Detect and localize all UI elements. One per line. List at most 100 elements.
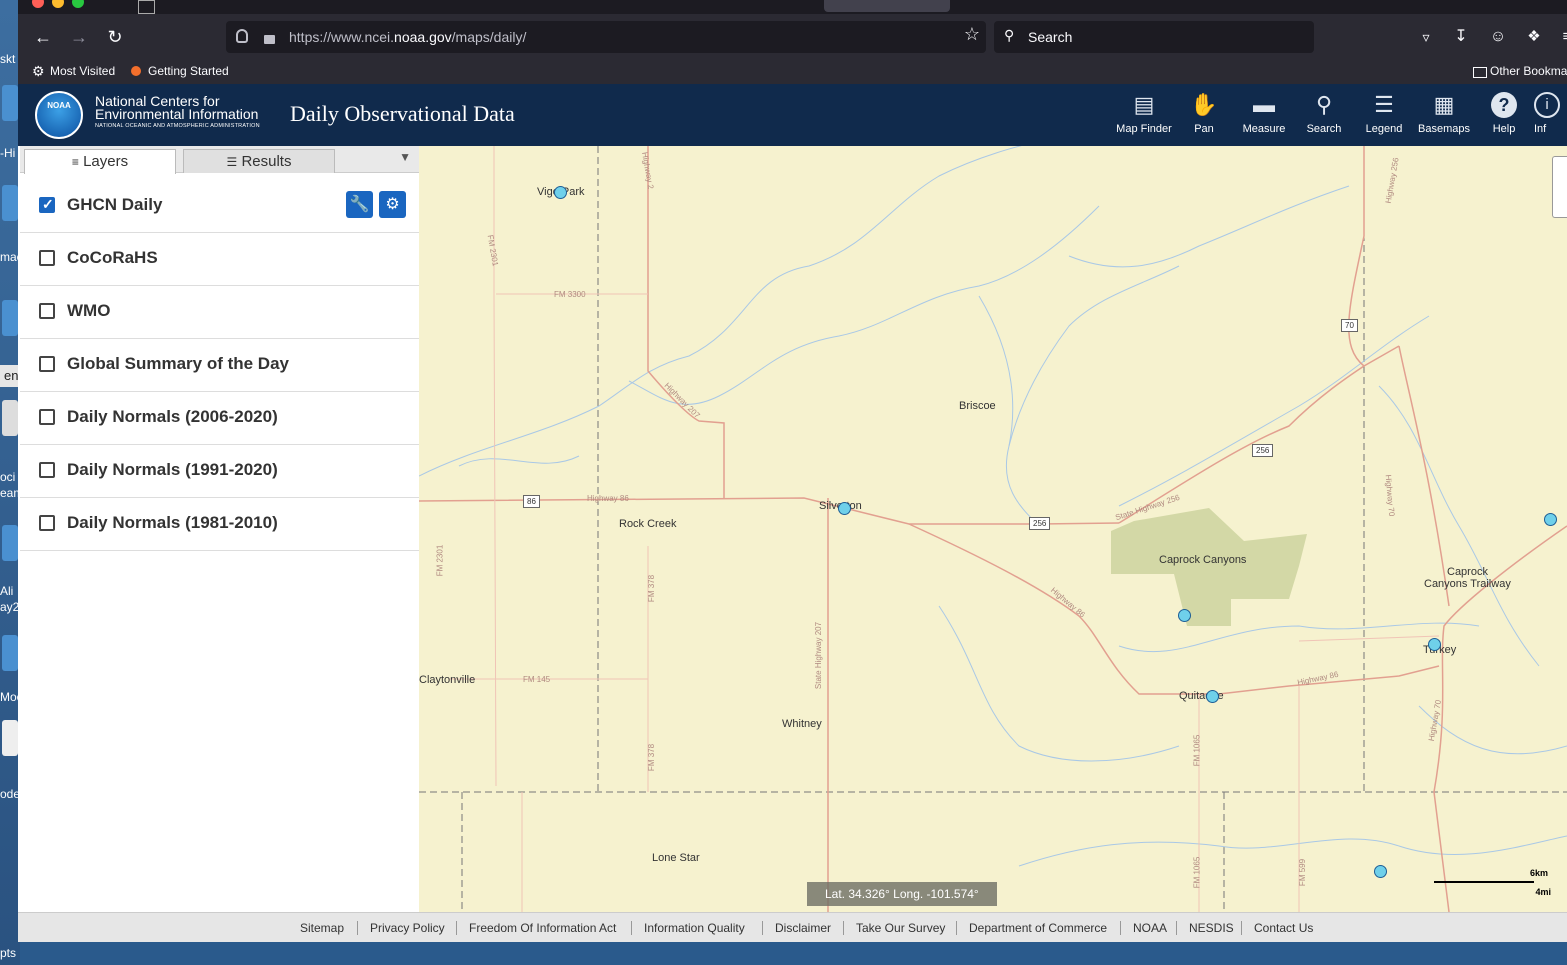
tab-layers[interactable]: ≡ Layers — [24, 149, 176, 174]
footer-link-survey[interactable]: Take Our Survey — [856, 913, 945, 942]
map-finder-button[interactable]: ▤ Map Finder — [1114, 92, 1174, 135]
desktop-file-icon[interactable] — [2, 720, 18, 756]
layer-checkbox[interactable] — [39, 250, 55, 266]
layer-checkbox[interactable] — [39, 196, 55, 213]
basemaps-button[interactable]: ▦ Basemaps — [1414, 92, 1474, 135]
layer-checkbox[interactable] — [39, 409, 55, 425]
extensions-icon[interactable]: ❖ — [1523, 26, 1545, 48]
station-marker[interactable] — [1428, 638, 1441, 651]
layer-name: Daily Normals (2006-2020) — [67, 407, 278, 426]
footer-link-nesdis[interactable]: NESDIS — [1189, 913, 1234, 942]
navigation-toolbar: ← → ↻ https://www.ncei.noaa.gov/maps/dai… — [18, 14, 1567, 60]
close-window-button[interactable] — [32, 0, 44, 8]
layer-row-normals-1991: Daily Normals (1991-2020) — [20, 445, 419, 498]
layer-name: WMO — [67, 301, 111, 320]
scale-km-label: 6km — [1529, 868, 1548, 878]
forward-button[interactable]: → — [68, 26, 90, 48]
site-footer: Sitemap Privacy Policy Freedom Of Inform… — [18, 912, 1567, 942]
tab-results[interactable]: ☰ Results — [183, 149, 335, 173]
url-text: https://www.ncei.noaa.gov/maps/daily/ — [289, 29, 527, 45]
pan-button[interactable]: ✋ Pan — [1174, 92, 1234, 135]
map-basemap — [419, 146, 1567, 912]
desktop-file-icon[interactable] — [2, 525, 18, 561]
minimize-window-button[interactable] — [52, 0, 64, 8]
station-marker[interactable] — [554, 186, 567, 199]
road-label: FM 3300 — [554, 290, 586, 299]
footer-link-foia[interactable]: Freedom Of Information Act — [469, 913, 616, 942]
tab-active[interactable] — [824, 0, 950, 12]
desktop-file-icon[interactable] — [2, 400, 18, 436]
gear-icon[interactable]: ⚙ — [379, 191, 406, 218]
search-icon: ⚲ — [1315, 92, 1333, 117]
tab[interactable] — [138, 0, 155, 14]
station-marker[interactable] — [1374, 865, 1387, 878]
station-marker[interactable] — [1544, 513, 1557, 526]
search-bar[interactable]: ⚲ Search — [994, 21, 1314, 53]
map-view[interactable]: Vigo Park Briscoe Rock Creek Silverton C… — [419, 146, 1567, 912]
bookmarks-toolbar: ⚙ Most Visited Getting Started Other Boo… — [18, 60, 1567, 84]
layer-row-wmo: WMO — [20, 286, 419, 339]
place-label: Canyons Trailway — [1424, 578, 1511, 590]
road-label: FM 1065 — [1192, 856, 1202, 889]
desktop-file-icon[interactable] — [2, 635, 18, 671]
menu-icon[interactable]: ≡ — [1556, 26, 1567, 48]
highway-shield: 70 — [1341, 319, 1358, 332]
noaa-logo[interactable]: NOAA — [35, 91, 83, 139]
layer-name: GHCN Daily — [67, 195, 163, 214]
panel-tabs: ≡ Layers ☰ Results ▼ — [20, 146, 419, 174]
layers-icon: ≡ — [71, 155, 79, 169]
layer-checkbox[interactable] — [39, 356, 55, 372]
layer-row-cocorahs: CoCoRaHS — [20, 233, 419, 286]
layer-checkbox[interactable] — [39, 303, 55, 319]
zoom-window-button[interactable] — [72, 0, 84, 8]
firefox-icon — [131, 66, 141, 76]
url-bar[interactable]: https://www.ncei.noaa.gov/maps/daily/ ☆ — [226, 21, 986, 53]
bookmark-getting-started[interactable]: Getting Started — [148, 60, 229, 82]
desktop-file-icon[interactable] — [2, 185, 18, 221]
footer-link-sitemap[interactable]: Sitemap — [300, 913, 344, 942]
search-tool-button[interactable]: ⚲ Search — [1294, 92, 1354, 135]
road-label: FM 378 — [647, 743, 657, 772]
footer-link-commerce[interactable]: Department of Commerce — [969, 913, 1107, 942]
footer-link-contact[interactable]: Contact Us — [1254, 913, 1313, 942]
shield-icon[interactable] — [236, 29, 248, 43]
footer-link-noaa[interactable]: NOAA — [1133, 913, 1167, 942]
road-label: FM 378 — [647, 574, 657, 603]
collapse-panel-icon[interactable]: ▼ — [399, 150, 411, 164]
bookmark-most-visited[interactable]: Most Visited — [50, 60, 115, 82]
account-icon[interactable]: ☺ — [1487, 26, 1509, 48]
download-icon[interactable]: ↧ — [1450, 26, 1472, 48]
measure-button[interactable]: ▬ Measure — [1234, 92, 1294, 135]
legend-button[interactable]: ☰ Legend — [1354, 92, 1414, 135]
station-marker[interactable] — [1178, 609, 1191, 622]
road-label: FM 1065 — [1192, 734, 1202, 767]
footer-link-privacy[interactable]: Privacy Policy — [370, 913, 445, 942]
footer-link-disclaimer[interactable]: Disclaimer — [775, 913, 831, 942]
layer-checkbox[interactable] — [39, 515, 55, 531]
zoom-control[interactable] — [1552, 156, 1567, 218]
pocket-icon[interactable]: ▿ — [1415, 26, 1437, 48]
layer-name: Daily Normals (1991-2020) — [67, 460, 278, 479]
tab-bar — [18, 0, 1567, 14]
reload-button[interactable]: ↻ — [104, 26, 126, 48]
layer-checkbox[interactable] — [39, 462, 55, 478]
station-marker[interactable] — [1206, 690, 1219, 703]
desktop-file-icon[interactable] — [2, 300, 18, 336]
wrench-icon[interactable]: 🔧 — [346, 191, 373, 218]
coordinate-readout: Lat. 34.326° Long. -101.574° — [807, 882, 997, 906]
place-label: Claytonville — [419, 674, 476, 686]
lock-icon[interactable] — [264, 35, 275, 44]
footer-link-info-quality[interactable]: Information Quality — [644, 913, 745, 942]
org-subtitle: NATIONAL OCEANIC AND ATMOSPHERIC ADMINIS… — [95, 123, 260, 129]
place-label: Rock Creek — [619, 518, 677, 530]
back-button[interactable]: ← — [32, 26, 54, 48]
site-header: NOAA National Centers for Environmental … — [18, 84, 1567, 146]
bookmark-other[interactable]: Other Bookmarks — [1490, 60, 1567, 82]
station-marker[interactable] — [838, 502, 851, 515]
star-icon[interactable]: ☆ — [964, 24, 980, 45]
search-placeholder: Search — [1028, 29, 1073, 45]
help-button[interactable]: ? Help — [1474, 92, 1534, 135]
info-button[interactable]: i Inf — [1534, 92, 1567, 135]
folder-icon — [1473, 67, 1487, 78]
desktop-file-icon[interactable] — [2, 85, 18, 121]
